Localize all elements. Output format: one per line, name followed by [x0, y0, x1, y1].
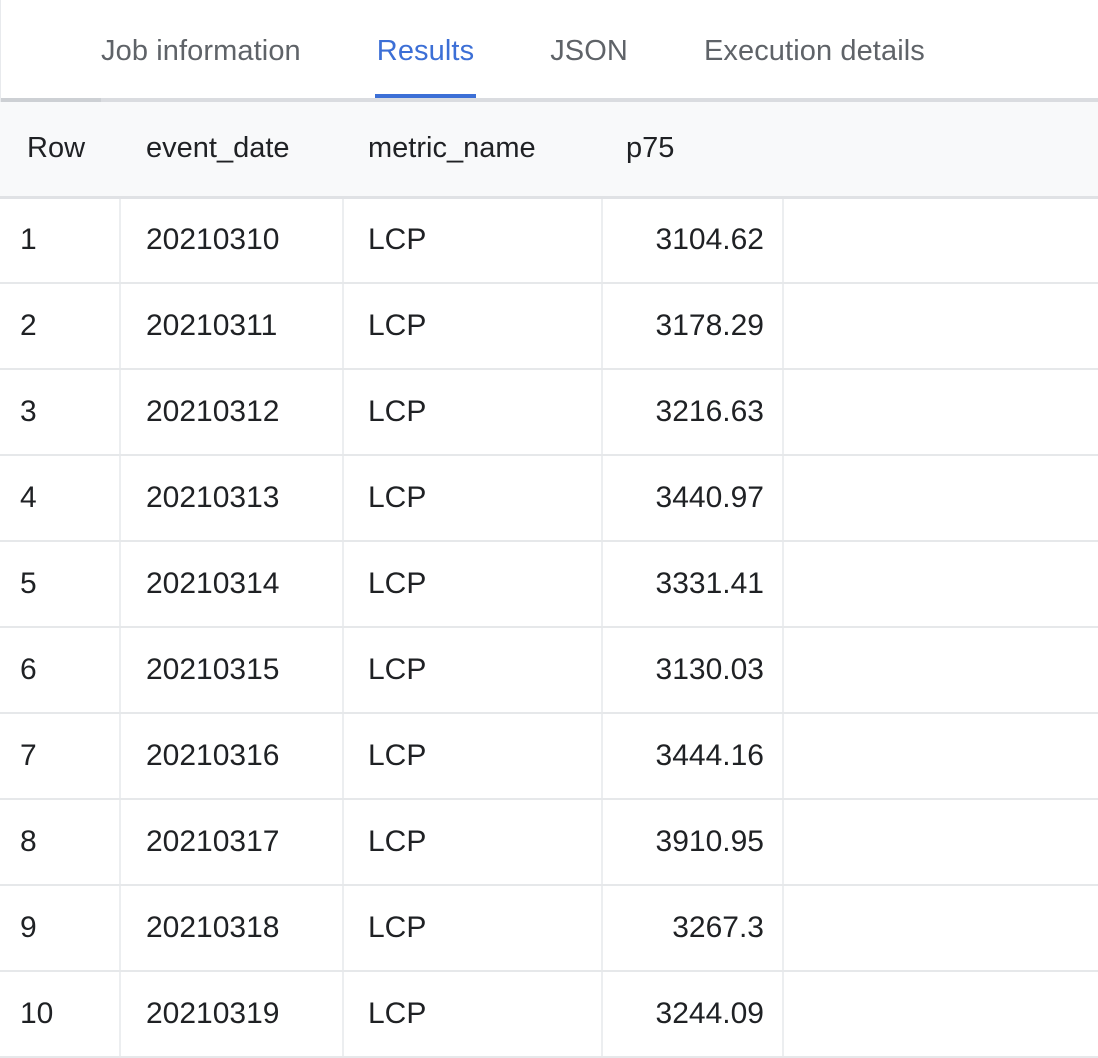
cell-spacer — [783, 971, 1098, 1058]
table-row[interactable]: 10 20210319 LCP 3244.09 — [0, 971, 1098, 1058]
cell-row: 9 — [0, 885, 121, 972]
column-header-metric-name[interactable]: metric_name — [343, 102, 602, 199]
cell-spacer — [783, 541, 1098, 628]
cell-spacer — [783, 283, 1098, 370]
cell-p75: 3331.41 — [602, 541, 784, 628]
cell-event-date: 20210311 — [120, 283, 344, 370]
cell-spacer — [783, 713, 1098, 800]
cell-spacer — [783, 369, 1098, 456]
cell-spacer — [783, 455, 1098, 542]
cell-p75: 3910.95 — [602, 799, 784, 886]
tab-execution-details[interactable]: Execution details — [704, 0, 925, 102]
column-header-row[interactable]: Row — [0, 102, 120, 199]
cell-event-date: 20210314 — [120, 541, 344, 628]
results-table-head: Row event_date metric_name p75 — [0, 102, 1098, 199]
cell-p75: 3104.62 — [602, 197, 784, 284]
cell-event-date: 20210315 — [120, 627, 344, 714]
cell-row: 3 — [0, 369, 121, 456]
table-row[interactable]: 7 20210316 LCP 3444.16 — [0, 713, 1098, 800]
cell-spacer — [783, 799, 1098, 886]
cell-p75: 3130.03 — [602, 627, 784, 714]
cell-metric-name: LCP — [343, 197, 603, 284]
table-row[interactable]: 6 20210315 LCP 3130.03 — [0, 627, 1098, 714]
cell-row: 8 — [0, 799, 121, 886]
cell-row: 7 — [0, 713, 121, 800]
table-header-row: Row event_date metric_name p75 — [0, 102, 1098, 199]
cell-metric-name: LCP — [343, 283, 603, 370]
cell-p75: 3178.29 — [602, 283, 784, 370]
cell-p75: 3267.3 — [602, 885, 784, 972]
tab-label: Results — [376, 34, 475, 67]
tab-bar: Job information Results JSON Execution d… — [0, 0, 1098, 102]
cell-row: 6 — [0, 627, 121, 714]
cell-p75: 3444.16 — [602, 713, 784, 800]
cell-row: 1 — [0, 197, 121, 284]
table-row[interactable]: 2 20210311 LCP 3178.29 — [0, 283, 1098, 370]
cell-event-date: 20210312 — [120, 369, 344, 456]
cell-p75: 3440.97 — [602, 455, 784, 542]
table-row[interactable]: 4 20210313 LCP 3440.97 — [0, 455, 1098, 542]
cell-event-date: 20210317 — [120, 799, 344, 886]
tab-label: JSON — [550, 34, 628, 67]
table-row[interactable]: 3 20210312 LCP 3216.63 — [0, 369, 1098, 456]
cell-p75: 3216.63 — [602, 369, 784, 456]
cell-event-date: 20210318 — [120, 885, 344, 972]
tab-results[interactable]: Results — [374, 0, 477, 102]
cell-row: 4 — [0, 455, 121, 542]
tab-label: Job information — [101, 34, 301, 67]
cell-metric-name: LCP — [343, 627, 603, 714]
cell-event-date: 20210310 — [120, 197, 344, 284]
cell-metric-name: LCP — [343, 799, 603, 886]
column-header-p75[interactable]: p75 — [602, 102, 783, 199]
column-header-event-date[interactable]: event_date — [120, 102, 343, 199]
results-table: Row event_date metric_name p75 1 20210310… — [0, 102, 1098, 1058]
bigquery-results-panel: Job information Results JSON Execution d… — [0, 0, 1098, 1058]
results-table-container[interactable]: Row event_date metric_name p75 1 20210310… — [0, 102, 1098, 1058]
results-table-body: 1 20210310 LCP 3104.62 2 20210311 LCP 3178.29 3 2… — [0, 197, 1098, 1058]
cell-row: 5 — [0, 541, 121, 628]
cell-metric-name: LCP — [343, 713, 603, 800]
cell-p75: 3244.09 — [602, 971, 784, 1058]
cell-row: 2 — [0, 283, 121, 370]
cell-row: 10 — [0, 971, 121, 1058]
table-row[interactable]: 1 20210310 LCP 3104.62 — [0, 197, 1098, 284]
tab-job-information[interactable]: Job information — [101, 0, 301, 102]
cell-metric-name: LCP — [343, 541, 603, 628]
column-header-spacer — [783, 102, 1098, 199]
table-row[interactable]: 9 20210318 LCP 3267.3 — [0, 885, 1098, 972]
cell-event-date: 20210319 — [120, 971, 344, 1058]
table-row[interactable]: 5 20210314 LCP 3331.41 — [0, 541, 1098, 628]
cell-spacer — [783, 885, 1098, 972]
cell-event-date: 20210313 — [120, 455, 344, 542]
tab-label: Execution details — [703, 34, 925, 67]
cell-metric-name: LCP — [343, 455, 603, 542]
cell-metric-name: LCP — [343, 369, 603, 456]
cell-metric-name: LCP — [343, 885, 603, 972]
cell-event-date: 20210316 — [120, 713, 344, 800]
cell-metric-name: LCP — [343, 971, 603, 1058]
tab-json[interactable]: JSON — [550, 0, 628, 102]
cell-spacer — [783, 197, 1098, 284]
cell-spacer — [783, 627, 1098, 714]
table-row[interactable]: 8 20210317 LCP 3910.95 — [0, 799, 1098, 886]
